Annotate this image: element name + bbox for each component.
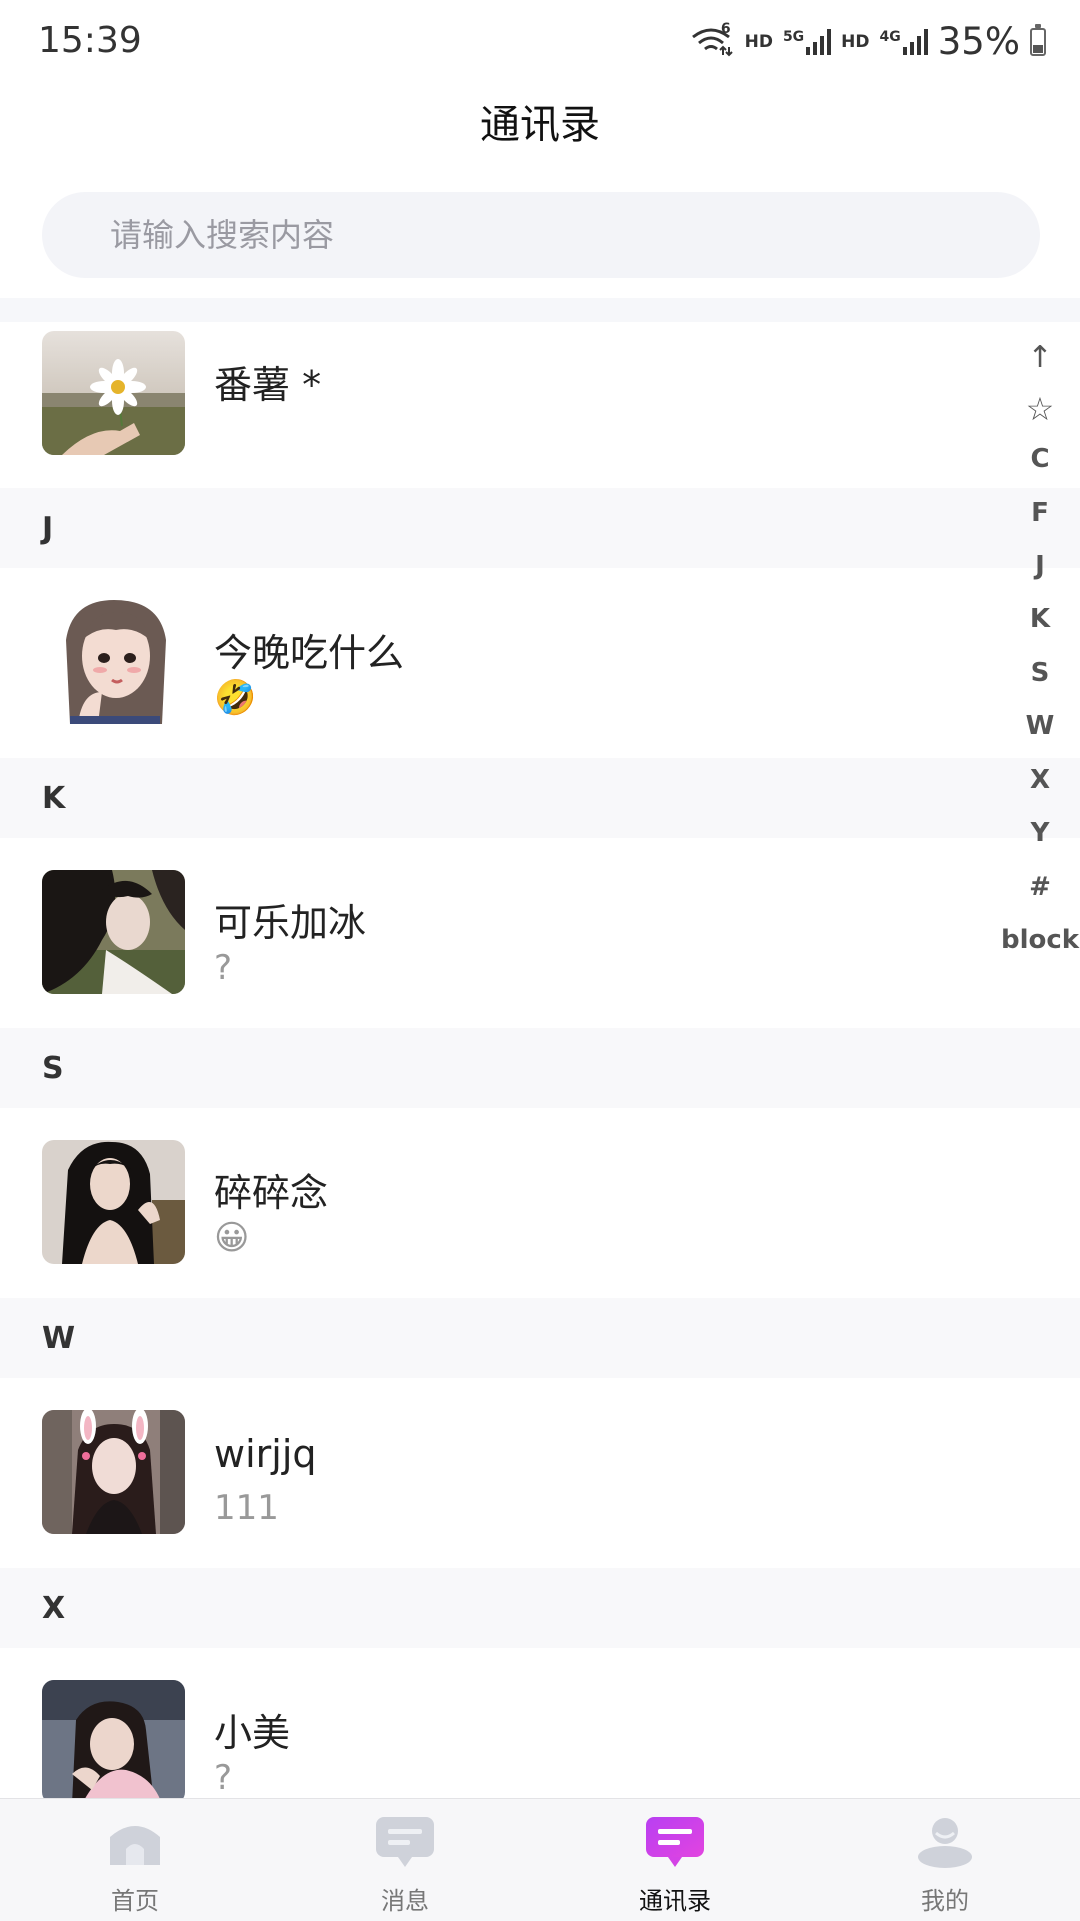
battery-icon	[1030, 23, 1046, 56]
contact-name: 番薯 *	[214, 363, 322, 407]
contact-status: ?	[214, 1758, 233, 1798]
avatar	[42, 1410, 185, 1534]
network-4g-label: 4G	[879, 28, 901, 45]
contact-name: 小美	[214, 1711, 291, 1755]
contact-item[interactable]: 可乐加冰 ?	[0, 838, 1080, 1028]
hd-label-1: HD	[744, 31, 773, 52]
section-header: J	[0, 488, 1080, 568]
avatar	[42, 331, 185, 455]
section-header: X	[0, 1568, 1080, 1648]
contact-item[interactable]: 番薯 *	[0, 322, 1080, 488]
index-letter-f[interactable]: F	[1000, 498, 1080, 528]
wifi-badge: 6	[720, 20, 731, 37]
home-icon	[110, 1826, 160, 1865]
contact-name: wirjjq	[214, 1432, 317, 1476]
section-header: K	[0, 758, 1080, 838]
contact-name: 可乐加冰	[214, 901, 367, 945]
avatar	[42, 1680, 185, 1804]
network-5g-label: 5G	[782, 28, 805, 45]
wifi-icon: 6	[691, 21, 735, 57]
tab-profile[interactable]: 我的	[810, 1799, 1080, 1921]
avatar	[42, 870, 185, 994]
tab-contacts[interactable]: 通讯录	[540, 1799, 810, 1921]
search-bar[interactable]	[42, 192, 1040, 278]
status-bar: 15:39 6 HD 5G HD 4G 35%	[0, 0, 1080, 88]
page-title: 通讯录	[480, 102, 600, 148]
contact-list: 番薯 * J 今晚吃什么 🤣 K 可乐加冰 ? S 碎碎念 😀 W wirjjq…	[0, 322, 1080, 1838]
bottom-tab-bar: 首页 消息 通讯录 我的	[0, 1798, 1080, 1921]
index-letter-w[interactable]: W	[1000, 711, 1080, 741]
tab-home[interactable]: 首页	[0, 1799, 270, 1921]
index-letter-y[interactable]: Y	[1000, 818, 1080, 848]
contact-item[interactable]: 今晚吃什么 🤣	[0, 568, 1080, 758]
avatar	[42, 600, 185, 724]
index-block[interactable]: block	[1000, 925, 1080, 955]
battery-percent: 35%	[937, 20, 1020, 63]
contact-status: 🤣	[214, 678, 257, 718]
hd-label-2: HD	[841, 31, 870, 52]
index-star[interactable]: ☆	[1000, 390, 1080, 428]
contact-status: 111	[214, 1488, 279, 1528]
message-icon	[376, 1817, 434, 1867]
tab-label: 通讯录	[639, 1887, 711, 1915]
index-letter-c[interactable]: C	[1000, 444, 1080, 474]
index-letter-j[interactable]: J	[1000, 551, 1080, 581]
section-header: S	[0, 1028, 1080, 1108]
search-input[interactable]	[108, 215, 992, 255]
status-time: 15:39	[38, 20, 142, 61]
contact-status: 😀	[214, 1218, 250, 1258]
divider-band	[0, 298, 1080, 322]
tab-messages[interactable]: 消息	[270, 1799, 540, 1921]
contact-item[interactable]: wirjjq 111	[0, 1378, 1080, 1568]
signal-5g-icon	[806, 28, 832, 55]
avatar	[42, 1140, 185, 1264]
section-header: W	[0, 1298, 1080, 1378]
profile-icon	[918, 1818, 972, 1868]
index-letter-k[interactable]: K	[1000, 604, 1080, 634]
index-letter-x[interactable]: X	[1000, 765, 1080, 795]
battery-fill	[1033, 44, 1043, 53]
tab-label: 消息	[381, 1887, 429, 1915]
tab-label: 我的	[921, 1887, 969, 1915]
index-letter-s[interactable]: S	[1000, 658, 1080, 688]
status-icons: 6 HD 5G HD 4G 35%	[691, 20, 1046, 63]
index-hash[interactable]: #	[1000, 872, 1080, 902]
tab-label: 首页	[111, 1887, 159, 1915]
contact-status: ?	[214, 948, 233, 988]
contact-name: 碎碎念	[214, 1171, 329, 1215]
contact-name: 今晚吃什么	[214, 631, 405, 675]
signal-4g-icon	[902, 28, 928, 55]
index-top-arrow[interactable]: ↑	[1000, 340, 1080, 375]
contacts-icon	[646, 1817, 704, 1867]
contact-item[interactable]: 碎碎念 😀	[0, 1108, 1080, 1298]
